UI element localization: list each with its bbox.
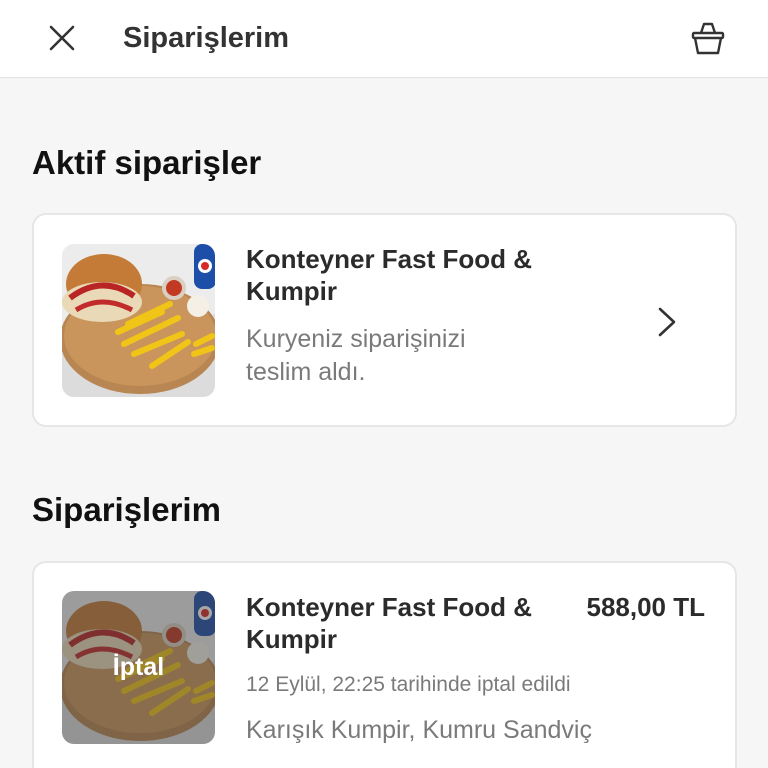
restaurant-thumbnail bbox=[62, 244, 215, 397]
active-orders-heading: Aktif siparişler bbox=[32, 144, 262, 181]
restaurant-name: Konteyner Fast Food & Kumpir bbox=[246, 244, 533, 306]
chevron-right-icon bbox=[658, 307, 676, 337]
cancelled-overlay: İptal bbox=[62, 591, 215, 744]
food-image bbox=[62, 244, 215, 397]
basket-button[interactable] bbox=[688, 18, 728, 58]
close-button[interactable] bbox=[44, 20, 80, 56]
restaurant-name: Konteyner Fast Food & Kumpir bbox=[246, 592, 533, 654]
order-card[interactable]: İptal Konteyner Fast Food & Kumpir 588,0… bbox=[32, 561, 737, 768]
order-items: Karışık Kumpir, Kumru Sandviç bbox=[246, 716, 592, 744]
order-status: Kuryeniz siparişinizi teslim aldı. bbox=[246, 325, 466, 386]
active-order-card[interactable]: Konteyner Fast Food & Kumpir Kuryeniz si… bbox=[32, 213, 737, 427]
cancelled-label: İptal bbox=[112, 653, 165, 681]
close-icon bbox=[49, 25, 75, 51]
order-date: 12 Eylül, 22:25 tarihinde iptal edildi bbox=[246, 673, 571, 696]
basket-icon bbox=[691, 22, 725, 55]
order-price: 588,00 TL bbox=[586, 592, 705, 622]
page-title: Siparişlerim bbox=[123, 22, 290, 54]
orders-heading: Siparişlerim bbox=[32, 491, 221, 528]
top-bar: Siparişlerim bbox=[0, 0, 768, 78]
restaurant-thumbnail: İptal bbox=[62, 591, 215, 744]
